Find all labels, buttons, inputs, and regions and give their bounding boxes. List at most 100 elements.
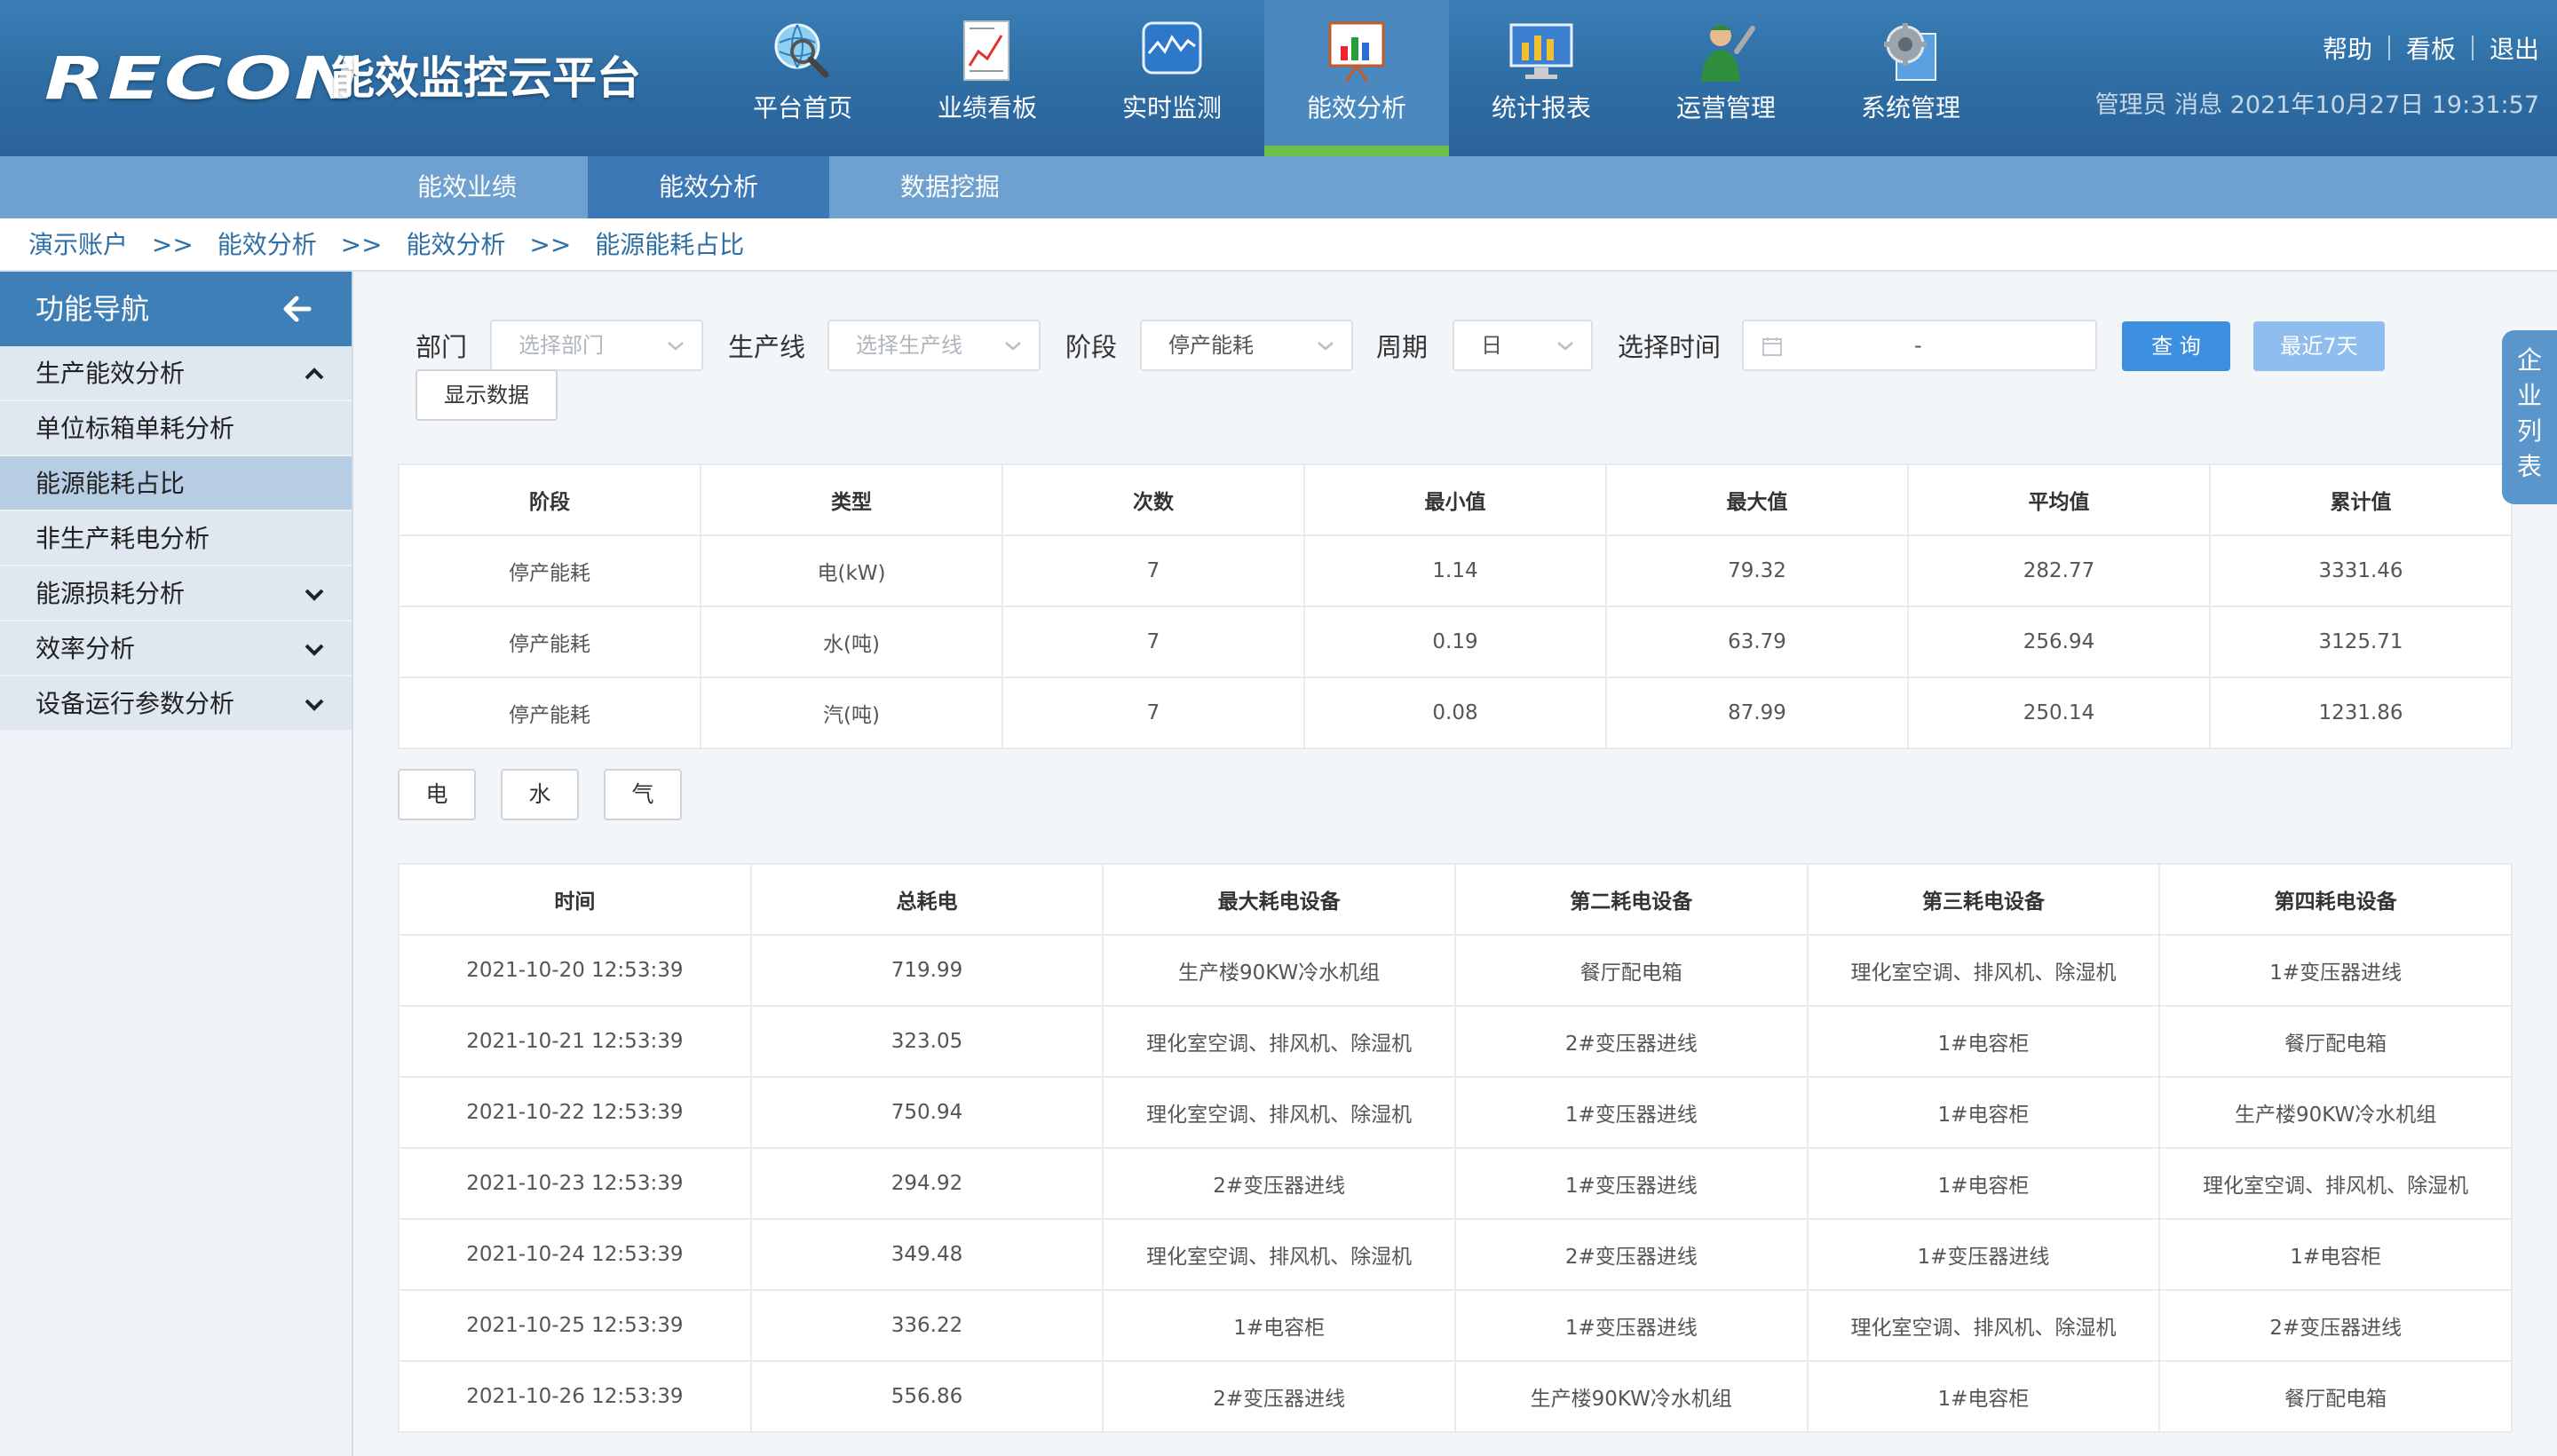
show-data-button[interactable]: 显示数据	[416, 369, 558, 421]
nav-analysis[interactable]: 能效分析	[1264, 0, 1449, 156]
table-cell: 750.94	[749, 1076, 1104, 1149]
table-cell: 2021-10-24 12:53:39	[398, 1218, 752, 1291]
nav-system[interactable]: 系统管理	[1818, 0, 2003, 156]
subnav-performance[interactable]: 能效业绩	[346, 156, 588, 218]
table-cell: 理化室空调、排风机、除湿机	[1102, 1005, 1456, 1078]
board-link[interactable]: 看板	[2406, 30, 2456, 66]
table-cell: 电(kW)	[700, 534, 1003, 607]
breadcrumb-item[interactable]: 演示账户	[28, 230, 128, 259]
time-label: 选择时间	[1618, 332, 1722, 362]
calendar-icon	[1762, 337, 1782, 356]
table-cell: 256.94	[1907, 605, 2211, 678]
table-cell: 餐厅配电箱	[2158, 1005, 2513, 1078]
table-cell: 1#电容柜	[1806, 1360, 2161, 1433]
stage-select[interactable]: 停产能耗	[1140, 320, 1353, 371]
arrow-left-icon[interactable]	[281, 293, 313, 325]
nav-realtime[interactable]: 实时监测	[1080, 0, 1264, 156]
table-row: 2021-10-20 12:53:39 719.99 生产楼90KW冷水机组 餐…	[398, 934, 2513, 1007]
sidebar-item-label: 单位标箱单耗分析	[36, 414, 235, 443]
sidebar-item-energy-loss[interactable]: 能源损耗分析	[0, 566, 352, 621]
column-header: 类型	[700, 463, 1003, 536]
column-header: 第三耗电设备	[1806, 863, 2161, 936]
sidebar-item-label: 能源能耗占比	[36, 469, 186, 498]
sidebar-item-non-production[interactable]: 非生产耗电分析	[0, 511, 352, 566]
column-header: 总耗电	[749, 863, 1104, 936]
column-header: 累计值	[2209, 463, 2513, 536]
chevron-down-icon	[1318, 342, 1334, 351]
table-cell: 7	[1001, 677, 1305, 749]
table-cell: 1#电容柜	[1806, 1076, 2161, 1149]
sidebar-item-efficiency[interactable]: 效率分析	[0, 621, 352, 677]
table-cell: 7	[1001, 605, 1305, 678]
table-cell: 2#变压器进线	[1102, 1360, 1456, 1433]
stage-label: 阶段	[1065, 332, 1118, 362]
logo: RECON 能效监控云平台	[44, 44, 641, 113]
column-header: 第四耗电设备	[2158, 863, 2513, 936]
table-cell: 79.32	[1605, 534, 1909, 607]
help-link[interactable]: 帮助	[2323, 30, 2372, 66]
table-row: 2021-10-25 12:53:39 336.22 1#电容柜 1#变压器进线…	[398, 1289, 2513, 1362]
table-row: 2021-10-22 12:53:39 750.94 理化室空调、排风机、除湿机…	[398, 1076, 2513, 1149]
period-select[interactable]: 日	[1453, 320, 1593, 371]
table-cell: 0.08	[1303, 677, 1607, 749]
nav-realtime-label: 实时监测	[1121, 93, 1222, 123]
table-cell: 1#变压器进线	[1453, 1147, 1809, 1220]
table-cell: 停产能耗	[398, 534, 701, 607]
line-select[interactable]: 选择生产线	[827, 320, 1041, 371]
main-nav: 平台首页 业绩看板 实时监测 能效分析 统计报表 运营管理 系统管理	[710, 0, 2003, 156]
table-cell: 汽(吨)	[700, 677, 1003, 749]
nav-reports[interactable]: 统计报表	[1449, 0, 1634, 156]
subnav-analysis[interactable]: 能效分析	[588, 156, 829, 218]
table-cell: 1#变压器进线	[1453, 1289, 1809, 1362]
last-7-days-button[interactable]: 最近7天	[2253, 321, 2385, 371]
table-cell: 水(吨)	[700, 605, 1003, 678]
divider	[2387, 36, 2390, 60]
tab-electricity[interactable]: 电	[398, 769, 476, 820]
table-cell: 2#变压器进线	[1453, 1218, 1809, 1291]
table-header-row: 阶段 类型 次数 最小值 最大值 平均值 累计值	[398, 463, 2513, 536]
platform-title: 能效监控云平台	[330, 52, 641, 104]
line-label: 生产线	[728, 332, 806, 362]
breadcrumb-item[interactable]: 能效分析	[218, 230, 317, 259]
table-cell: 理化室空调、排风机、除湿机	[1102, 1218, 1456, 1291]
sidebar-item-energy-ratio[interactable]: 能源能耗占比	[0, 456, 352, 511]
table-row: 2021-10-23 12:53:39 294.92 2#变压器进线 1#变压器…	[398, 1147, 2513, 1220]
table-cell: 生产楼90KW冷水机组	[1453, 1360, 1809, 1433]
table-cell: 理化室空调、排风机、除湿机	[1806, 1289, 2161, 1362]
table-cell: 2#变压器进线	[1102, 1147, 1456, 1220]
table-cell: 停产能耗	[398, 677, 701, 749]
nav-analysis-label: 能效分析	[1306, 93, 1406, 123]
subnav-mining[interactable]: 数据挖掘	[829, 156, 1071, 218]
enterprise-list-tab[interactable]: 企业列表	[2502, 330, 2557, 504]
tab-gas[interactable]: 气	[604, 769, 682, 820]
column-header: 时间	[398, 863, 752, 936]
sidebar-item-label: 非生产耗电分析	[36, 524, 210, 553]
query-button[interactable]: 查 询	[2122, 321, 2230, 371]
table-cell: 336.22	[749, 1289, 1104, 1362]
table-cell: 理化室空调、排风机、除湿机	[1806, 934, 2161, 1007]
chevron-down-icon	[1557, 342, 1573, 351]
logout-link[interactable]: 退出	[2490, 30, 2539, 66]
divider	[2471, 36, 2474, 60]
table-cell: 1.14	[1303, 534, 1607, 607]
department-select[interactable]: 选择部门	[490, 320, 703, 371]
tab-water[interactable]: 水	[501, 769, 579, 820]
sidebar-item-label: 效率分析	[36, 634, 136, 663]
sidebar-item-equipment-params[interactable]: 设备运行参数分析	[0, 677, 352, 732]
period-label: 周期	[1376, 332, 1429, 362]
date-range-picker[interactable]: -	[1742, 320, 2097, 371]
table-cell: 294.92	[749, 1147, 1104, 1220]
table-cell: 1#电容柜	[1806, 1005, 2161, 1078]
worker-wrench-icon	[1701, 25, 1755, 82]
sub-nav: 能效业绩 能效分析 数据挖掘	[0, 156, 2557, 218]
sidebar-item-production[interactable]: 生产能效分析	[0, 346, 352, 401]
nav-operations[interactable]: 运营管理	[1634, 0, 1818, 156]
user-info: 管理员 消息 2021年10月27日 19:31:57	[2094, 91, 2539, 119]
table-cell: 理化室空调、排风机、除湿机	[2158, 1147, 2513, 1220]
nav-dashboard[interactable]: 业绩看板	[895, 0, 1080, 156]
nav-home[interactable]: 平台首页	[710, 0, 895, 156]
breadcrumb-item[interactable]: 能效分析	[407, 230, 506, 259]
column-header: 次数	[1001, 463, 1305, 536]
report-chart-icon	[963, 20, 1009, 81]
sidebar-item-unit-consumption[interactable]: 单位标箱单耗分析	[0, 401, 352, 456]
